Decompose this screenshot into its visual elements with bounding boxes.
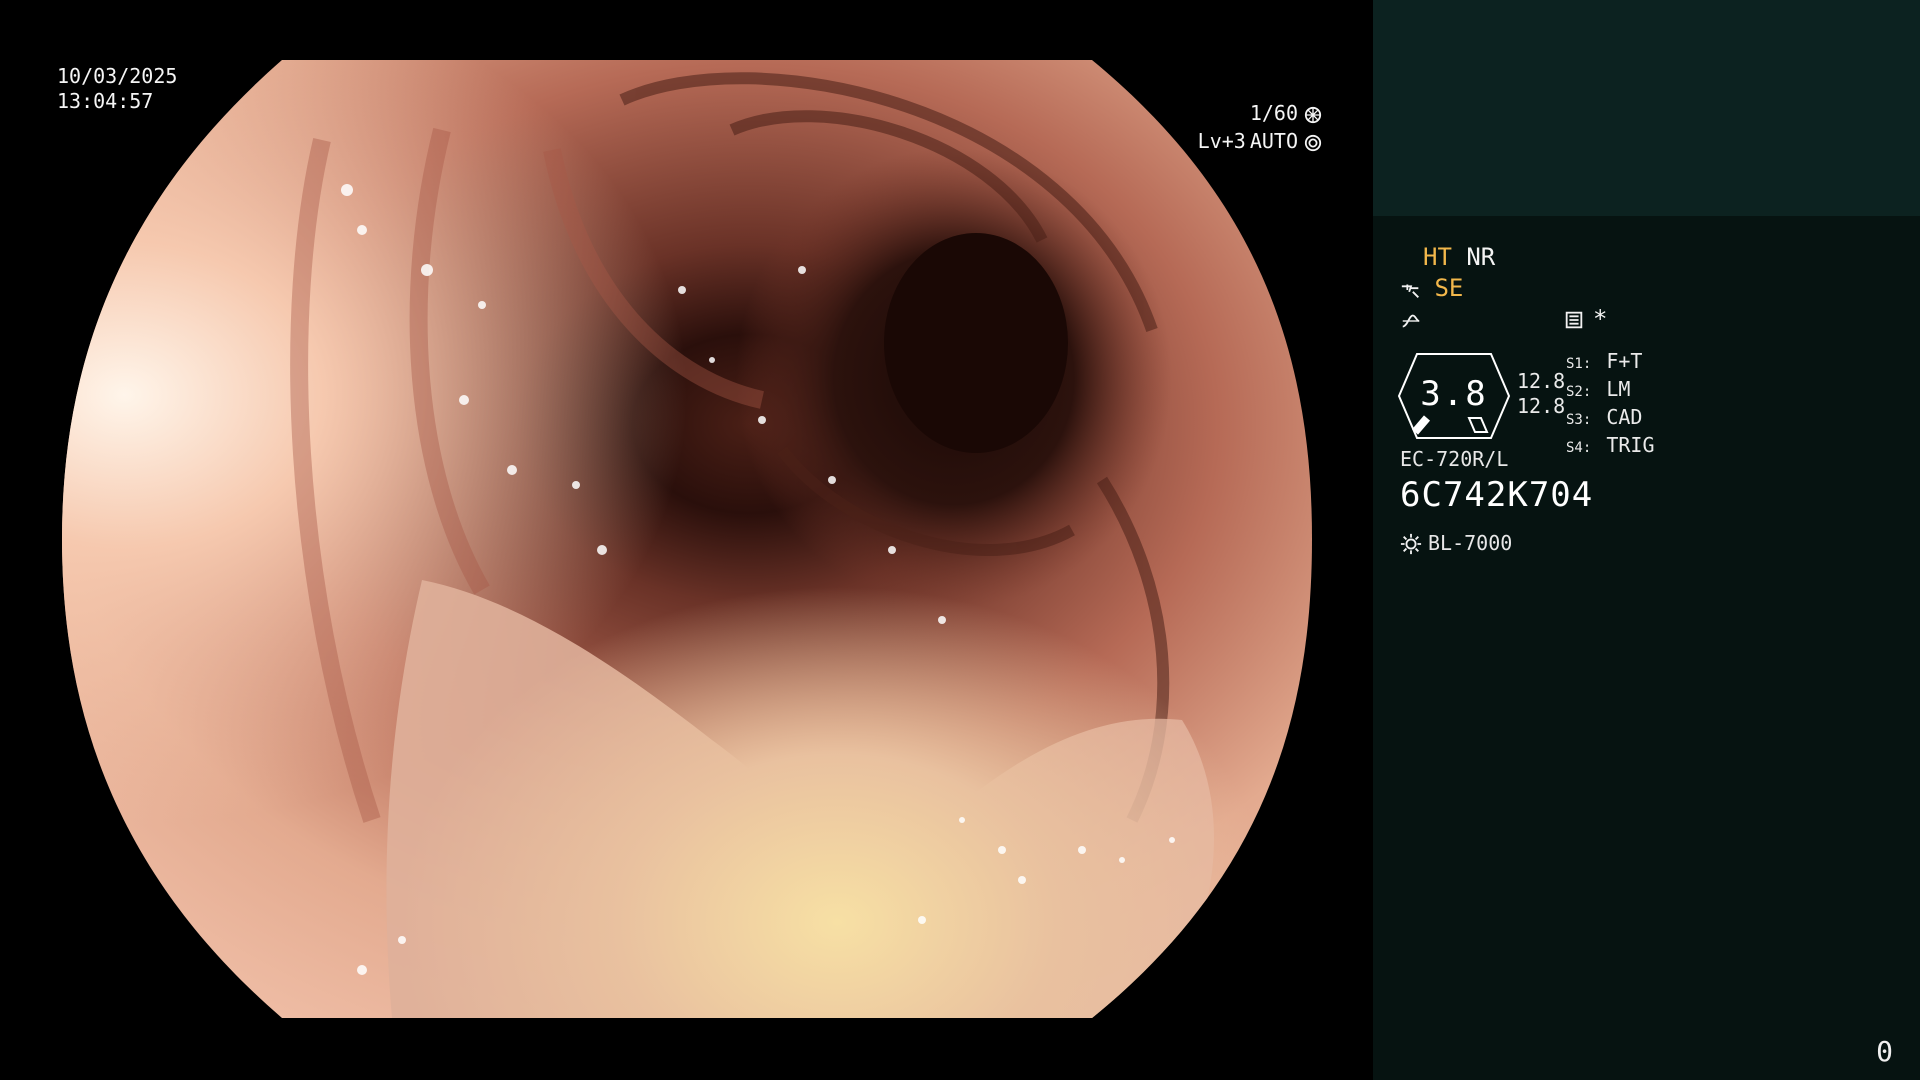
- endoscope-view: 10/03/2025 13:04:57 1/60 Lv+3 AUTO: [0, 0, 1372, 1080]
- auto-exposure-icon: [1302, 131, 1322, 152]
- mode-value: TRIG: [1606, 433, 1655, 457]
- signal-row: [1400, 305, 1420, 333]
- mode-item: S3: CAD: [1566, 405, 1655, 433]
- ht-nr-row: HT NR: [1423, 243, 1495, 271]
- endoscopic-image: [62, 60, 1312, 1018]
- structure-enhancement-icon: [1400, 279, 1420, 299]
- mode-item: S4: TRIG: [1566, 433, 1655, 461]
- time-text: 13:04:57: [57, 89, 154, 113]
- gauge-side-values: 12.8 12.8: [1517, 369, 1565, 419]
- timestamp: 10/03/2025 13:04:57: [57, 64, 177, 114]
- image-counter: 0: [1876, 1035, 1893, 1068]
- panel-header-area: [1373, 0, 1920, 216]
- mode-key: S2:: [1566, 384, 1592, 400]
- gauge-value: 3.8: [1420, 374, 1488, 414]
- signal-curve-icon: [1400, 310, 1420, 330]
- gauge-badge: 3.8: [1397, 350, 1511, 442]
- mode-text: AUTO: [1249, 129, 1298, 153]
- mode-value: F+T: [1606, 349, 1643, 373]
- se-label: SE: [1434, 274, 1464, 302]
- mode-key: S3:: [1566, 412, 1592, 428]
- shutter-text: 1/60: [1249, 101, 1298, 125]
- switch-modes: S1: F+T S2: LM S3: CAD S4: TRIG: [1566, 349, 1655, 461]
- shutter-row: 1/60: [1198, 99, 1322, 127]
- mode-value: LM: [1606, 377, 1631, 401]
- level-text: Lv+3: [1197, 129, 1246, 153]
- light-source-row: BL-7000: [1400, 531, 1512, 555]
- ht-label: HT: [1423, 243, 1452, 271]
- exposure-info: 1/60 Lv+3 AUTO: [1198, 99, 1322, 155]
- model-label: EC-720R/L: [1400, 447, 1509, 471]
- mode-value: CAD: [1606, 405, 1643, 429]
- menu-icon: [1563, 309, 1583, 329]
- date-text: 10/03/2025: [57, 64, 178, 88]
- mode-item: S2: LM: [1566, 377, 1655, 405]
- se-row: SE: [1400, 274, 1463, 302]
- mode-key: S4:: [1566, 440, 1592, 456]
- star-label: *: [1593, 305, 1608, 333]
- light-source-icon: [1400, 533, 1422, 555]
- status-panel: HT NR SE * 3.8 12.8 12.8 S1: F+T S2: LM …: [1373, 0, 1920, 1080]
- nr-label: NR: [1466, 243, 1496, 271]
- menu-star-row: *: [1563, 305, 1607, 333]
- mode-key: S1:: [1566, 356, 1592, 372]
- side-value-2: 12.8: [1517, 394, 1566, 418]
- mode-item: S1: F+T: [1566, 349, 1655, 377]
- serial-number: 6C742K704: [1400, 475, 1594, 515]
- light-source-text: BL-7000: [1428, 531, 1513, 555]
- level-row: Lv+3 AUTO: [1198, 127, 1322, 155]
- shutter-icon: [1302, 103, 1322, 124]
- side-value-1: 12.8: [1517, 369, 1566, 393]
- endoscopic-scene: [62, 60, 1312, 1018]
